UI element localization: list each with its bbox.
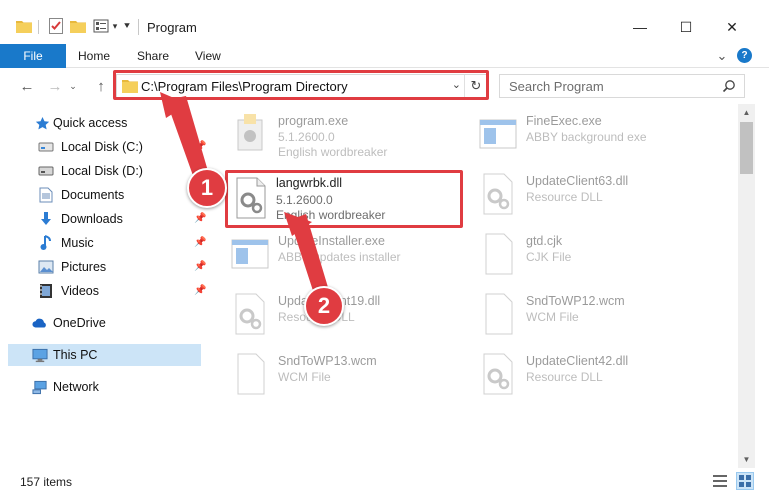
status-bar: 157 items [0, 470, 769, 502]
step-1-badge: 1 [187, 168, 227, 208]
file-explorer-window: ▾ ⯆ Program — ☐ ✕ File Home Share View ⌄… [0, 0, 769, 502]
tiles-view-icon[interactable] [736, 472, 754, 490]
details-view-icon[interactable] [712, 473, 728, 489]
item-count: 157 items [20, 475, 73, 489]
step-2-badge: 2 [304, 286, 344, 326]
annotation-arrows [160, 92, 330, 300]
